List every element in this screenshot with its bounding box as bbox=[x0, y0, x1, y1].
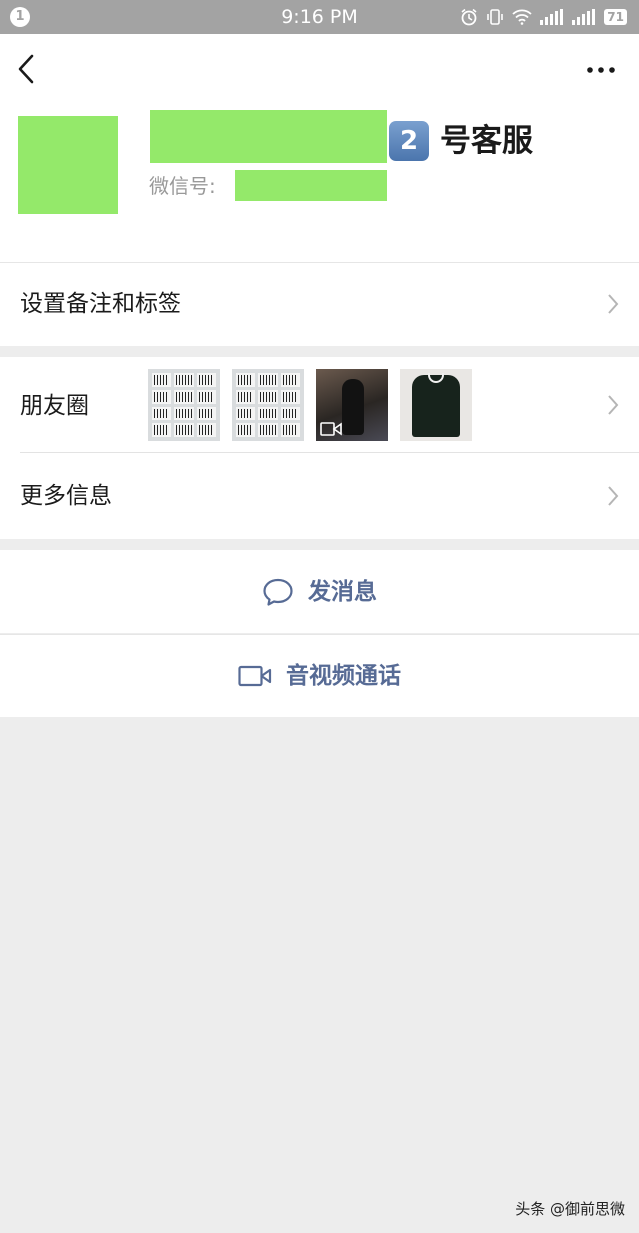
signal-icon bbox=[540, 9, 564, 25]
moments-row[interactable]: 朋友圈 bbox=[0, 357, 639, 453]
send-message-label: 发消息 bbox=[308, 578, 377, 605]
name-redaction bbox=[150, 110, 387, 163]
moments-video-thumbnail bbox=[316, 369, 388, 441]
status-icons: 71 bbox=[460, 6, 627, 28]
alarm-icon bbox=[461, 8, 477, 26]
moments-thumbnail bbox=[400, 369, 472, 441]
more-info-row[interactable]: 更多信息 bbox=[0, 453, 639, 539]
wifi-icon bbox=[512, 9, 532, 25]
profile-header: 2 号客服 微信号: bbox=[0, 34, 639, 262]
avatar[interactable] bbox=[18, 116, 118, 214]
video-call-label: 音视频通话 bbox=[286, 662, 401, 689]
contact-name-suffix: 号客服 bbox=[440, 123, 533, 159]
vibrate-icon bbox=[487, 9, 504, 25]
status-bar: 1 9:16 PM 71 bbox=[0, 0, 639, 34]
video-camera-icon bbox=[320, 422, 342, 436]
chevron-right-icon bbox=[608, 395, 619, 415]
moments-label: 朋友圈 bbox=[20, 393, 89, 419]
more-info-label: 更多信息 bbox=[20, 483, 112, 509]
send-message-button[interactable]: 发消息 bbox=[0, 550, 639, 633]
chevron-right-icon bbox=[608, 294, 619, 314]
back-button[interactable] bbox=[12, 52, 42, 86]
moments-thumbnail bbox=[148, 369, 220, 441]
chat-bubble-icon bbox=[263, 578, 293, 606]
keycap-number-emoji: 2 bbox=[389, 121, 429, 161]
set-remark-row[interactable]: 设置备注和标签 bbox=[0, 262, 639, 346]
moments-thumbnail bbox=[232, 369, 304, 441]
moments-thumbnails bbox=[148, 369, 472, 441]
video-call-button[interactable]: 音视频通话 bbox=[0, 634, 639, 717]
battery-icon: 71 bbox=[604, 9, 627, 25]
wechat-id-label: 微信号: bbox=[149, 174, 216, 198]
watermark: 头条 @御前思微 bbox=[515, 1200, 625, 1218]
video-camera-icon bbox=[238, 665, 272, 686]
chevron-right-icon bbox=[608, 486, 619, 506]
signal-icon bbox=[572, 9, 596, 25]
wechat-id-redaction bbox=[235, 170, 387, 201]
set-remark-label: 设置备注和标签 bbox=[20, 291, 181, 317]
more-button[interactable] bbox=[583, 58, 619, 82]
